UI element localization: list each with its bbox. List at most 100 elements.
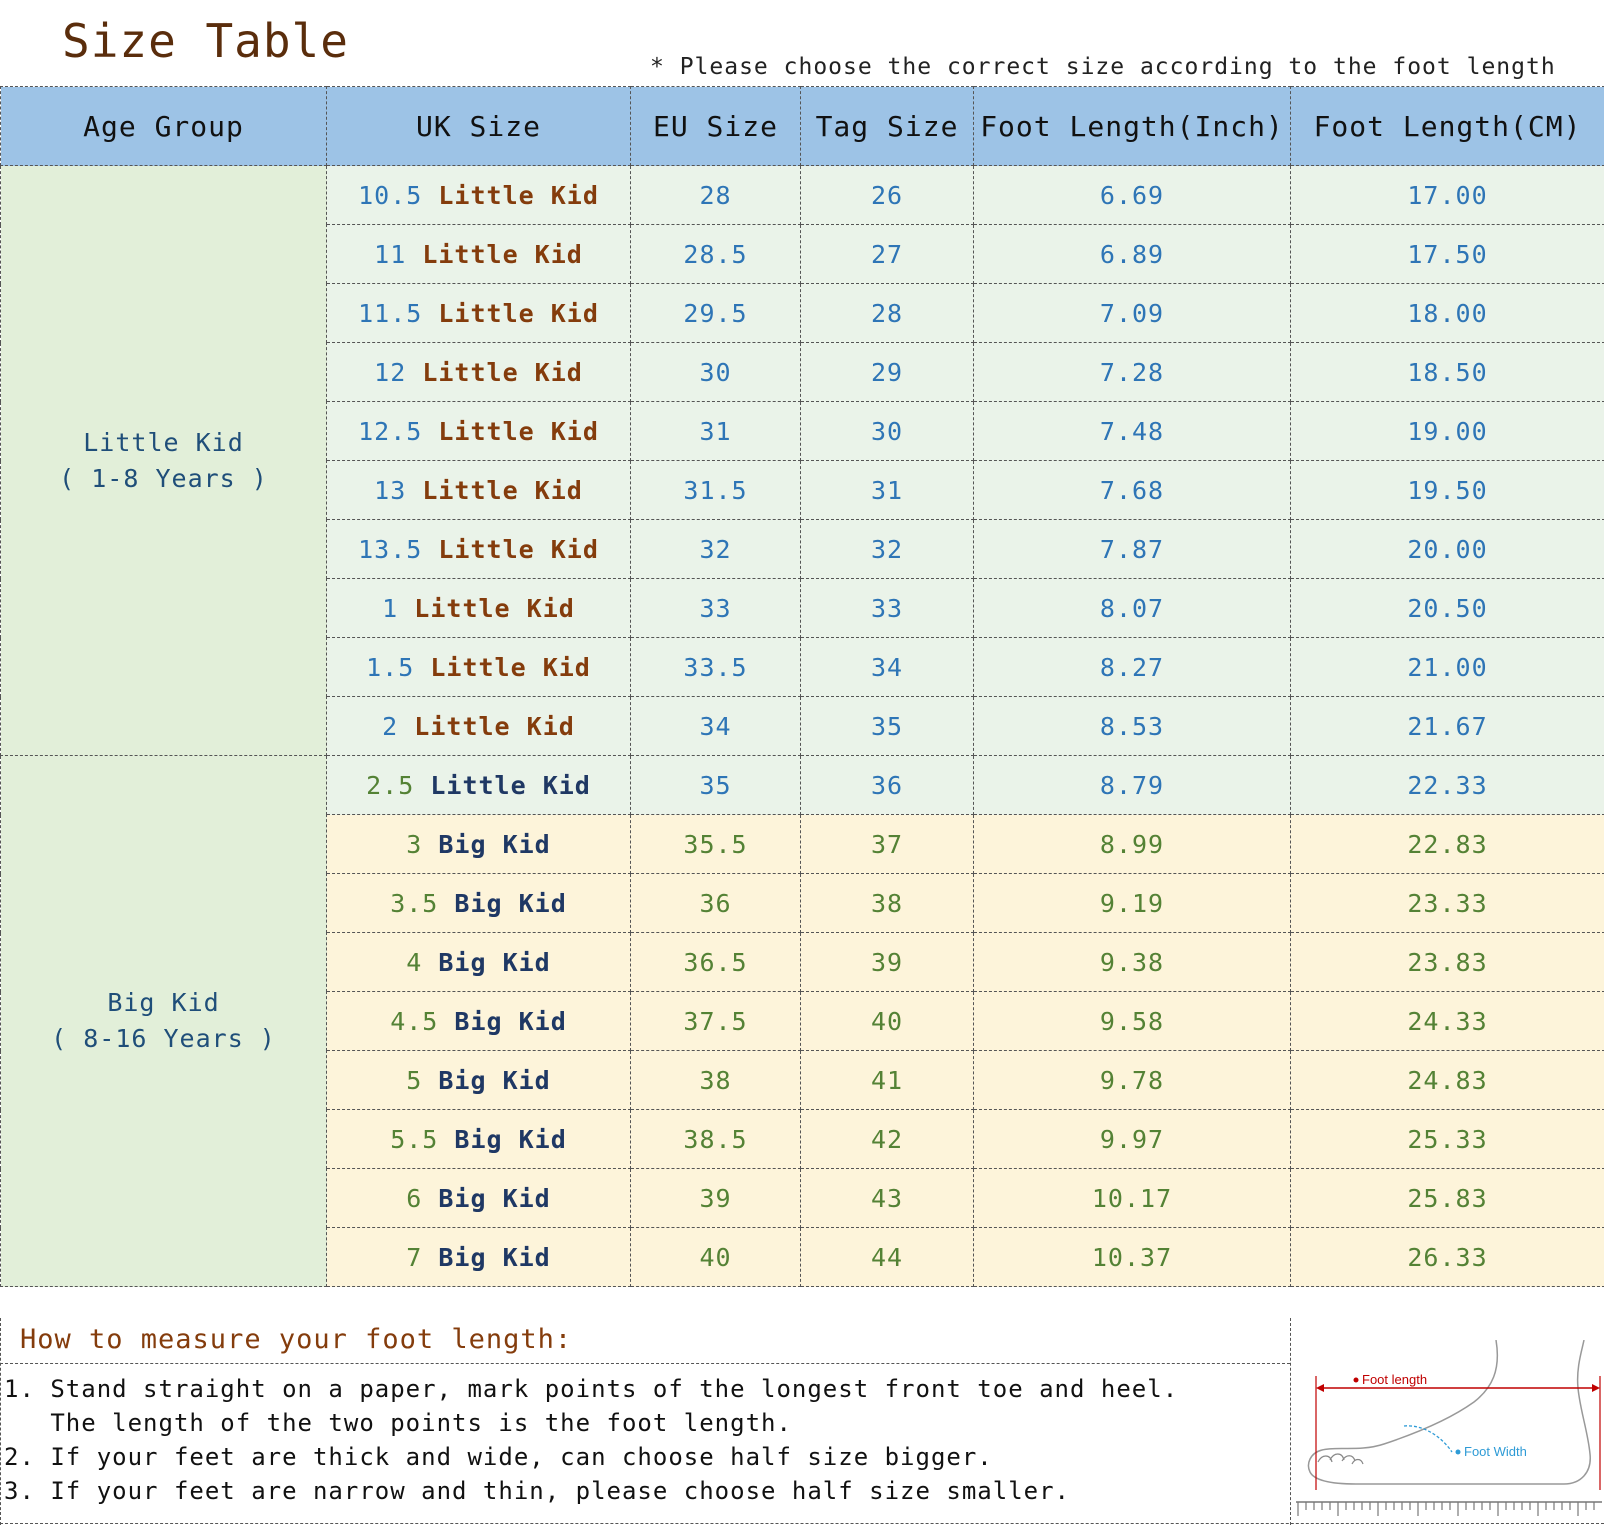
bottom-border [0,1523,1604,1524]
cell-inch: 6.69 [973,165,1291,225]
uk-size-number: 4 [406,947,423,977]
uk-size-group: Little Kid [430,770,591,800]
cell-uk-size: 12.5 Little Kid [326,401,631,461]
ruler-icon [1297,1502,1595,1516]
header-foot-length-cm: Foot Length(CM) [1290,86,1604,166]
uk-size-number: 11.5 [358,298,423,328]
cell-inch: 9.78 [973,1050,1291,1110]
cell-eu: 30 [630,342,801,402]
length-dot [1353,1377,1359,1383]
group-age-range: ( 1-8 Years ) [59,463,268,493]
width-arc [1403,1425,1453,1453]
cell-cm: 26.33 [1290,1227,1604,1287]
header-uk-size: UK Size [326,86,631,166]
cell-uk-size: 10.5 Little Kid [326,165,631,225]
cell-tag: 33 [800,578,974,638]
cell-tag: 37 [800,814,974,874]
uk-size-group: Little Kid [422,239,583,269]
cell-tag: 39 [800,932,974,992]
length-arrow-left-icon [1316,1384,1324,1392]
uk-size-group: Little Kid [438,298,599,328]
uk-size-group: Big Kid [438,947,551,977]
measure-step: 1. Stand straight on a paper, mark point… [4,1375,1179,1403]
size-note: * Please choose the correct size accordi… [650,54,1556,80]
uk-size-group: Big Kid [454,1006,567,1036]
uk-size-number: 12.5 [358,416,423,446]
cell-uk-size: 3.5 Big Kid [326,873,631,933]
cell-tag: 36 [800,755,974,815]
cell-eu: 37.5 [630,991,801,1051]
uk-size-number: 2 [382,711,399,741]
header-eu-size: EU Size [630,86,801,166]
cell-uk-size: 6 Big Kid [326,1168,631,1228]
measure-steps: 1. Stand straight on a paper, mark point… [4,1372,1178,1508]
cell-tag: 30 [800,401,974,461]
cell-uk-size: 13 Little Kid [326,460,631,520]
header-tag-size: Tag Size [800,86,974,166]
cell-cm: 22.83 [1290,814,1604,874]
cell-uk-size: 5 Big Kid [326,1050,631,1110]
cell-inch: 7.28 [973,342,1291,402]
cell-cm: 24.83 [1290,1050,1604,1110]
cell-cm: 21.67 [1290,696,1604,756]
cell-tag: 43 [800,1168,974,1228]
cell-eu: 33 [630,578,801,638]
uk-size-number: 13 [374,475,407,505]
cell-inch: 10.37 [973,1227,1291,1287]
length-arrow-right-icon [1592,1384,1600,1392]
uk-size-group: Little Kid [422,357,583,387]
cell-eu: 31 [630,401,801,461]
uk-size-group: Little Kid [438,534,599,564]
cell-eu: 29.5 [630,283,801,343]
cell-uk-size: 7 Big Kid [326,1227,631,1287]
group-little-kid: Little Kid ( 1-8 Years ) [0,165,327,756]
measure-divider [0,1363,1290,1364]
uk-size-group: Big Kid [454,1124,567,1154]
cell-tag: 31 [800,460,974,520]
uk-size-group: Big Kid [438,829,551,859]
cell-tag: 29 [800,342,974,402]
cell-inch: 7.09 [973,283,1291,343]
measure-step: 3. If your feet are narrow and thin, ple… [4,1477,1070,1505]
header-age-group: Age Group [0,86,327,166]
uk-size-group: Big Kid [454,888,567,918]
measure-step: The length of the two points is the foot… [4,1409,792,1437]
cell-cm: 19.00 [1290,401,1604,461]
uk-size-number: 5.5 [390,1124,439,1154]
size-table: Age Group UK Size EU Size Tag Size Foot … [0,86,1604,1287]
cell-tag: 41 [800,1050,974,1110]
cell-cm: 18.00 [1290,283,1604,343]
cell-eu: 36 [630,873,801,933]
foot-measure-illustration: Foot length Foot Width [1296,1340,1602,1516]
cell-eu: 35 [630,755,801,815]
toes-icon [1317,1453,1364,1465]
cell-tag: 38 [800,873,974,933]
page-title: Size Table [62,14,349,68]
measure-title: How to measure your foot length: [20,1324,573,1355]
cell-inch: 9.58 [973,991,1291,1051]
uk-size-group: Big Kid [438,1183,551,1213]
table-row: Little Kid( 1-8 Years ) 10.5 Little Kid 28… [0,165,1604,756]
uk-size-number: 2.5 [366,770,415,800]
cell-tag: 40 [800,991,974,1051]
uk-size-number: 11 [374,239,407,269]
header-foot-length-inch: Foot Length(Inch) [973,86,1291,166]
cell-eu: 31.5 [630,460,801,520]
uk-size-number: 4.5 [390,1006,439,1036]
cell-inch: 8.99 [973,814,1291,874]
cell-eu: 38 [630,1050,801,1110]
cell-cm: 23.33 [1290,873,1604,933]
cell-tag: 42 [800,1109,974,1169]
uk-size-group: Big Kid [438,1242,551,1272]
uk-size-number: 12 [374,357,407,387]
cell-uk-size: 2 Little Kid [326,696,631,756]
uk-size-group: Little Kid [430,652,591,682]
uk-size-number: 13.5 [358,534,423,564]
cell-uk-size: 11 Little Kid [326,224,631,284]
cell-inch: 8.53 [973,696,1291,756]
cell-eu: 28 [630,165,801,225]
uk-size-group: Little Kid [422,475,583,505]
uk-size-number: 3 [406,829,423,859]
cell-cm: 25.33 [1290,1109,1604,1169]
uk-size-number: 1 [382,593,399,623]
